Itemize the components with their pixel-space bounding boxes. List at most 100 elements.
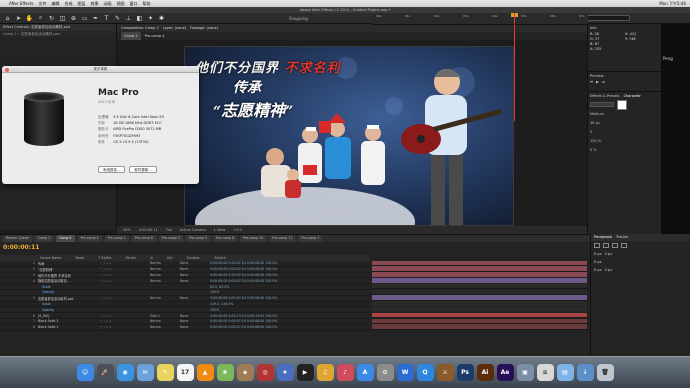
menu-edit[interactable]: 编辑 [51, 1, 59, 7]
layer-parent[interactable]: None [180, 279, 210, 283]
font-size-field[interactable]: 46 px [590, 121, 600, 125]
layer-duration-bar[interactable] [372, 266, 587, 271]
tab-layer[interactable]: Layer: (none) [163, 24, 186, 32]
layer-times[interactable]: 0:00:00:00 0:00:07:24 0:00:08:00 100.0% [210, 261, 277, 265]
layer-name[interactable]: Opacity [38, 290, 100, 294]
photoshop-icon[interactable]: Ps [456, 364, 474, 381]
clapper-icon[interactable]: ▶ [296, 364, 314, 381]
photos-icon[interactable]: ❀ [216, 364, 234, 381]
space-after-field[interactable]: 0 px [605, 268, 613, 272]
layer-name[interactable]: Opacity [38, 308, 100, 312]
layer-mode[interactable]: Soft Li [150, 314, 180, 318]
last-frame-icon[interactable]: ⏭ [602, 80, 605, 84]
layer-switches[interactable]: ⌐ / ▫ ▫ [100, 296, 150, 300]
folder-icon[interactable]: ▤ [556, 364, 574, 381]
layer-mode[interactable]: Norma [150, 261, 180, 265]
menu-file[interactable]: 文件 [38, 1, 46, 7]
puppet-tool-icon[interactable]: ✱ [158, 15, 165, 22]
layer-name[interactable]: [S_MO] [38, 314, 100, 318]
layer-times[interactable]: 0:00:00:00 0:00:07:24 0:00:08:00 100.0% [210, 279, 277, 283]
layer-mode[interactable]: Norma [150, 325, 180, 329]
layer-parent[interactable]: None [180, 267, 210, 271]
zoom-icon[interactable] [16, 67, 20, 72]
layer-mode[interactable]: Norma [150, 296, 180, 300]
timeline-timecode[interactable]: 0:00:00:11 [3, 244, 39, 251]
fill-color-swatch[interactable] [617, 99, 627, 110]
layer-duration-bar[interactable] [372, 306, 587, 312]
layer-name[interactable]: 志愿者参加活动素材.psd [38, 296, 100, 301]
type-tool-icon[interactable]: T [103, 15, 110, 22]
layer-parent[interactable]: None [180, 319, 210, 323]
system-report-button[interactable]: 系统报告... [98, 166, 126, 173]
layer-duration-bar[interactable] [372, 301, 587, 306]
tab-paragraph[interactable]: Paragraph [594, 234, 612, 241]
layer-duration-bar[interactable] [372, 272, 587, 277]
safari-icon[interactable]: ◉ [116, 364, 134, 381]
tab-composition[interactable]: Composition: Comp 2 [121, 24, 159, 32]
first-frame-icon[interactable]: ⏮ [590, 80, 593, 84]
layer-switches[interactable]: ⌐ / ▫ ▫ [100, 319, 150, 323]
brush-tool-icon[interactable]: ✎ [114, 15, 121, 22]
pan-behind-tool-icon[interactable]: ⊕ [70, 15, 77, 22]
word-icon[interactable]: W [396, 364, 414, 381]
play-icon[interactable]: ▶ [596, 80, 599, 84]
software-update-button[interactable]: 软件更新... [129, 166, 157, 173]
tab-pre-comp-3[interactable]: Pre-comp 3 [158, 235, 183, 242]
home-icon[interactable]: ⌂ [4, 15, 11, 22]
resolution-select[interactable]: Full [166, 226, 172, 234]
layer-switches[interactable]: ⌐ / ▫ ▫ [100, 267, 150, 271]
music-icon[interactable]: ♪ [336, 364, 354, 381]
tab-pre-comp-6[interactable]: Pre-comp 6 [131, 235, 156, 242]
eraser-tool-icon[interactable]: ◧ [136, 15, 143, 22]
settings-icon[interactable]: ⚙ [376, 364, 394, 381]
menu-view[interactable]: 视图 [116, 1, 124, 7]
indent-left-field[interactable]: 0 px [594, 252, 602, 256]
layer-times[interactable]: 0:00:00:00 0:00:13:14 0:00:14:00 100.0% [210, 314, 277, 318]
layer-duration-bar[interactable] [372, 295, 587, 300]
tab-comp-2[interactable]: Comp 2 [56, 235, 75, 242]
photobooth-icon[interactable]: ◎ [256, 364, 274, 381]
layer-times[interactable]: 100% [210, 308, 219, 312]
current-time-indicator[interactable] [514, 13, 515, 121]
menu-composition[interactable]: 合成 [64, 1, 72, 7]
hand-tool-icon[interactable]: ✋ [26, 15, 33, 22]
snapping-label[interactable]: Snapping [289, 16, 308, 21]
tab-tracker[interactable]: Tracker [616, 234, 629, 241]
align-left-icon[interactable] [594, 243, 600, 248]
space-before-field[interactable]: 0 px [594, 268, 602, 272]
menu-animation[interactable]: 动画 [103, 1, 111, 7]
layer-times[interactable]: 0:00:00:00 0:00:07:24 0:00:08:00 100.0% [210, 296, 277, 300]
tab-render-queue[interactable]: Render Queue [3, 235, 32, 242]
layer-name[interactable]: 他们不分国界 不求名利 [38, 273, 100, 278]
layer-switches[interactable]: ⌐ / ▫ ▫ [100, 314, 150, 318]
tab-pre-comp-5[interactable]: Pre-comp 5 [185, 235, 211, 242]
layer-switches[interactable]: ⌐ / ▫ ▫ [100, 279, 150, 283]
vlc-icon[interactable]: ▲ [196, 364, 214, 381]
exposure-value[interactable]: +0.0 [233, 226, 242, 234]
layer-mode[interactable]: Norma [150, 267, 180, 271]
vertical-scale-field[interactable]: 100 % [590, 139, 601, 143]
layer-name[interactable]: 随着志愿者活动参加... [38, 278, 100, 283]
indent-first-field[interactable]: 0 px [594, 260, 602, 264]
finder-icon[interactable]: ☺ [76, 364, 94, 381]
menu-help[interactable]: 帮助 [142, 1, 150, 7]
photo-icon[interactable]: ▣ [516, 364, 534, 381]
tab-pre-comp-4[interactable]: Pre-comp 4 [145, 32, 165, 40]
layer-duration-bar[interactable] [372, 260, 587, 266]
minimize-icon[interactable] [10, 67, 15, 72]
tab-pre-comp-1[interactable]: Pre-comp 1 [104, 235, 129, 242]
calendar-icon[interactable]: 17 [176, 364, 194, 381]
layer-duration-bar[interactable] [372, 324, 587, 329]
tab-character[interactable]: Character [624, 94, 641, 98]
font-family-field[interactable] [590, 102, 614, 107]
layer-times[interactable]: 0:00:00:00 0:00:07:24 0:00:08:00 100.0% [210, 267, 277, 271]
tab-comp-2[interactable]: Comp 2 [121, 32, 141, 40]
stamp-tool-icon[interactable]: ⊥ [125, 15, 132, 22]
layer-parent[interactable]: None [180, 314, 210, 318]
tracking-field[interactable]: 0 [590, 130, 592, 134]
layer-parent[interactable]: None [180, 296, 210, 300]
garageband-icon[interactable]: ♫ [316, 364, 334, 381]
composition-canvas[interactable]: 他们不分国界 不求名利 传承 “志愿精神” [184, 46, 514, 226]
view-layout-select[interactable]: 1 View [214, 226, 226, 234]
layer-times[interactable]: 0:00:00:00 0:00:07:24 0:00:08:00 100.0% [210, 273, 277, 277]
